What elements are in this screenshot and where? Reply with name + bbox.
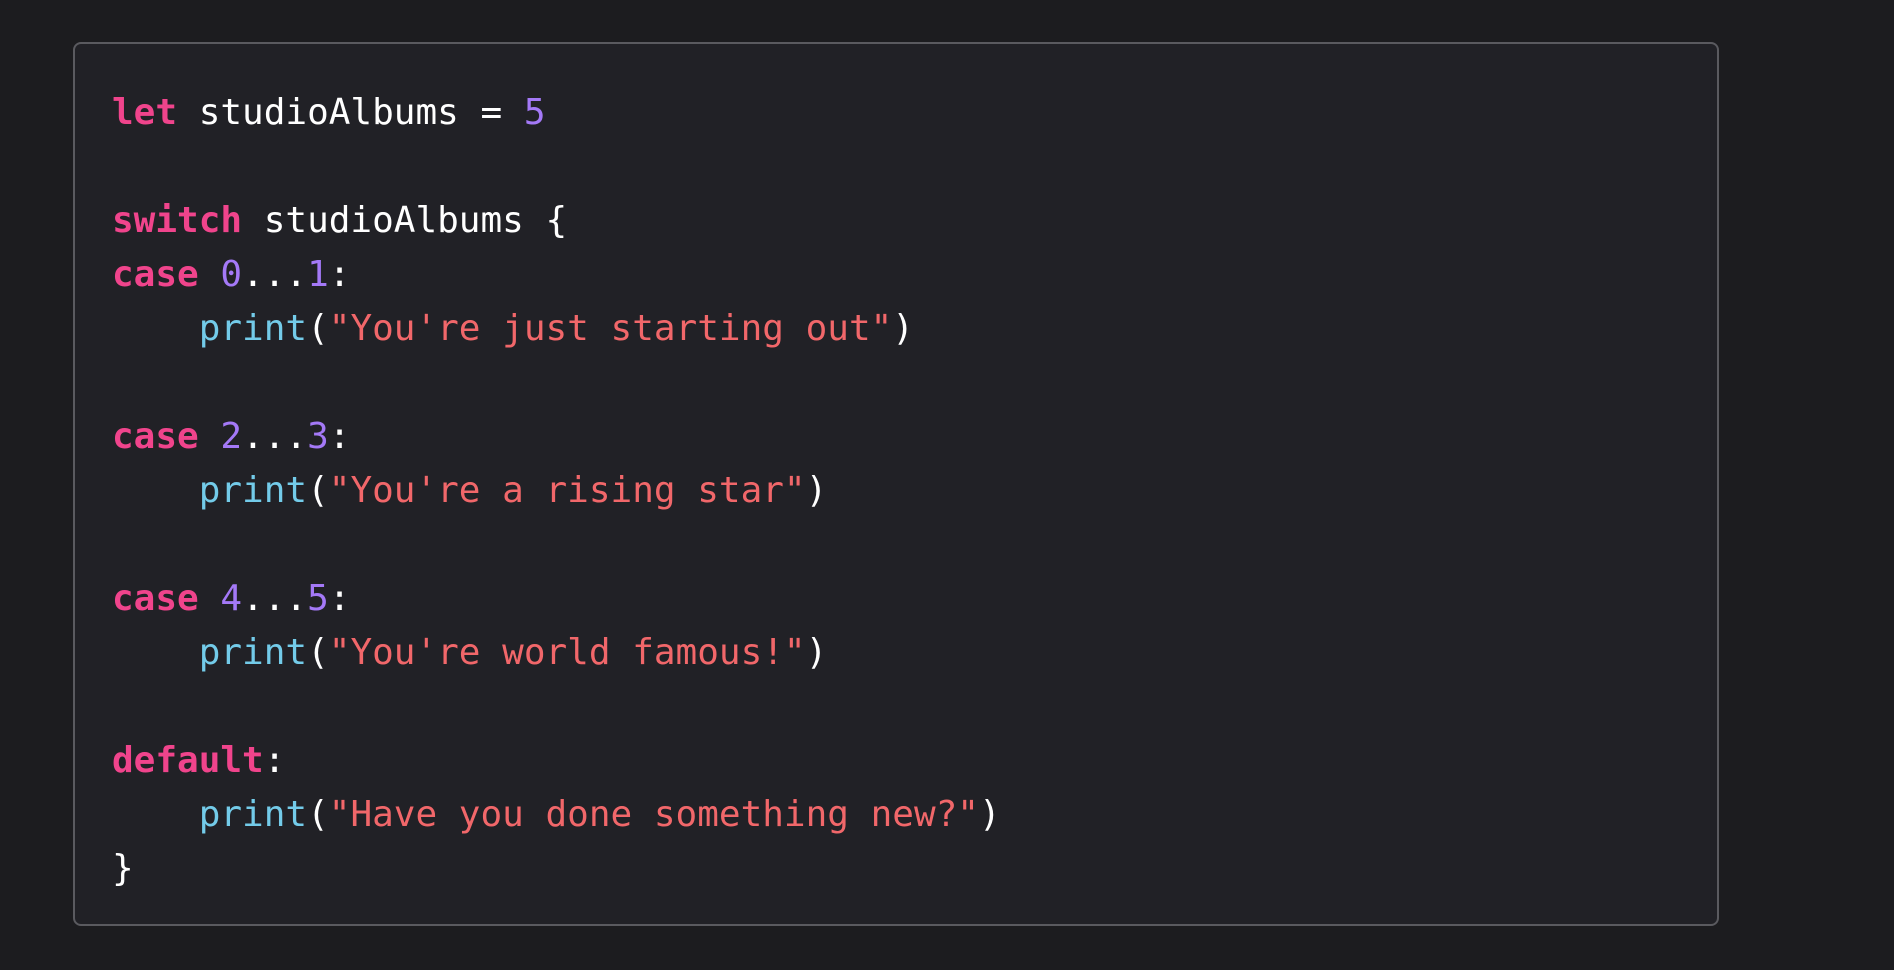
number-token: 5 [523, 92, 546, 133]
plain-token: studioAlbums = [177, 92, 524, 133]
code-line: case 4...5: [112, 572, 1001, 626]
function-token: print [198, 794, 308, 835]
plain-token: ... [242, 416, 308, 457]
code-line: print("Have you done something new?") [112, 788, 1001, 842]
plain-token: ( [307, 632, 329, 673]
string-token: "You're a rising star" [328, 470, 806, 511]
code-line: ​ [112, 356, 1001, 410]
keyword-token: switch [112, 200, 243, 241]
plain-token: : [328, 416, 351, 457]
number-token: 2 [220, 416, 243, 457]
code-line: print("You're a rising star") [112, 464, 1001, 518]
plain-token: : [263, 740, 286, 781]
string-token: "You're just starting out" [328, 308, 893, 349]
plain-token: ( [307, 308, 329, 349]
plain-token: ) [978, 794, 1001, 835]
keyword-token: case [112, 578, 199, 619]
function-token: print [198, 632, 308, 673]
code-block: let studioAlbums = 5​switch studioAlbums… [73, 42, 1719, 926]
keyword-token: default [112, 740, 264, 781]
plain-token: studioAlbums { [242, 200, 568, 241]
plain-token: ) [805, 632, 828, 673]
code-line: } [112, 842, 1001, 896]
plain-token: ... [242, 578, 308, 619]
string-token: "You're world famous!" [328, 632, 806, 673]
plain-token: ( [307, 794, 329, 835]
number-token: 5 [307, 578, 329, 619]
code-line: ​ [112, 518, 1001, 572]
keyword-token: case [112, 254, 199, 295]
number-token: 0 [220, 254, 243, 295]
plain-token: ( [307, 470, 329, 511]
plain-token: ... [242, 254, 308, 295]
keyword-token: let [112, 92, 178, 133]
plain-token: ) [892, 308, 914, 349]
string-token: "Have you done something new?" [328, 794, 979, 835]
plain-token: ) [805, 470, 828, 511]
number-token: 4 [220, 578, 243, 619]
plain-token: : [328, 254, 351, 295]
keyword-token: case [112, 416, 199, 457]
plain-token: } [112, 848, 134, 889]
function-token: print [198, 308, 308, 349]
code-line: ​ [112, 140, 1001, 194]
code-line: default: [112, 734, 1001, 788]
number-token: 1 [307, 254, 329, 295]
plain-token: : [328, 578, 351, 619]
number-token: 3 [307, 416, 329, 457]
code-line: print("You're just starting out") [112, 302, 1001, 356]
code-line: case 0...1: [112, 248, 1001, 302]
function-token: print [198, 470, 308, 511]
code-lines: let studioAlbums = 5​switch studioAlbums… [112, 86, 1001, 896]
code-line: print("You're world famous!") [112, 626, 1001, 680]
code-line: case 2...3: [112, 410, 1001, 464]
code-line: let studioAlbums = 5 [112, 86, 1001, 140]
code-line: ​ [112, 680, 1001, 734]
code-line: switch studioAlbums { [112, 194, 1001, 248]
